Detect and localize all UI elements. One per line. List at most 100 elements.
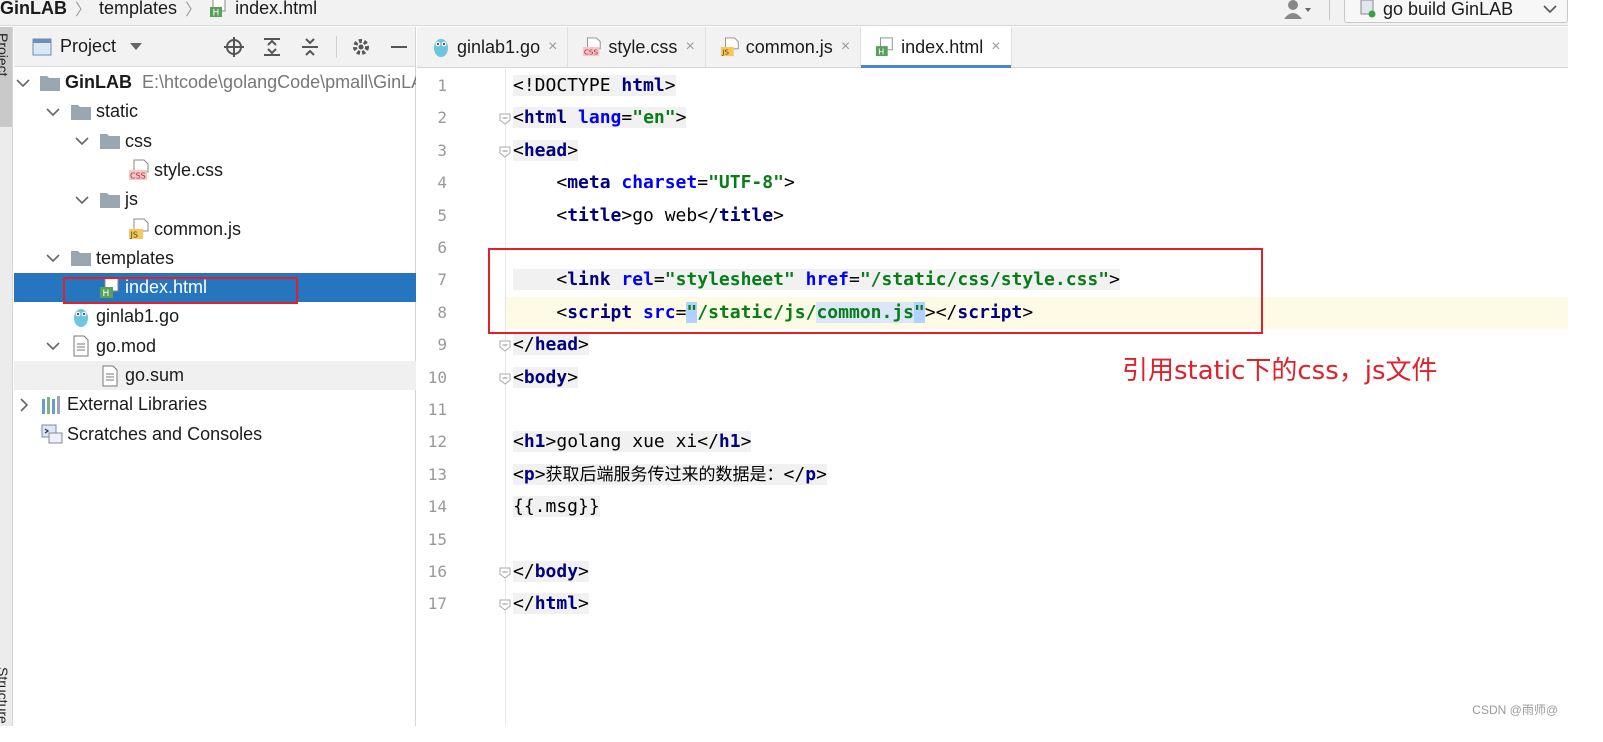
- breadcrumb-file[interactable]: H index.html: [209, 0, 317, 19]
- run-configuration-selector[interactable]: go build GinLAB: [1344, 0, 1568, 23]
- fold-marker-icon[interactable]: [499, 372, 511, 385]
- chevron-down-icon[interactable]: [45, 338, 61, 354]
- editor-tab-label: style.css: [608, 36, 678, 57]
- gear-icon[interactable]: [349, 35, 373, 59]
- run-configuration-label: go build GinLAB: [1383, 0, 1514, 19]
- code-line[interactable]: <p>获取后端服务传过来的数据是：</p>: [513, 459, 827, 491]
- code-line[interactable]: <html lang="en">: [513, 102, 687, 134]
- close-icon[interactable]: ×: [991, 38, 1000, 56]
- code-line[interactable]: </html>: [513, 588, 589, 620]
- breadcrumb-project[interactable]: GinLAB: [0, 0, 67, 19]
- js-file-icon: JS: [128, 218, 150, 240]
- go-file-icon: [70, 306, 92, 328]
- code-editor[interactable]: 1 2 3 4 5 6 7 8 9 10 11 12 13 14 15 16 17 <!DOCTYPE html…: [417, 69, 1568, 726]
- line-number: 15: [427, 529, 447, 549]
- code-token: <: [513, 366, 524, 388]
- code-token: title: [718, 204, 774, 226]
- project-tool-tab[interactable]: Project: [0, 27, 12, 127]
- fold-marker-icon[interactable]: [499, 339, 511, 352]
- project-tool-tab-label: Project: [0, 33, 11, 77]
- chevron-down-icon: [1543, 5, 1557, 14]
- chevron-down-icon[interactable]: [45, 104, 61, 120]
- close-icon[interactable]: ×: [685, 38, 694, 56]
- code-token: >: [773, 204, 784, 226]
- close-icon[interactable]: ×: [841, 38, 850, 56]
- code-line[interactable]: <meta charset="UTF-8">: [513, 167, 795, 199]
- line-number: 17: [427, 594, 447, 614]
- chevron-down-icon[interactable]: [45, 250, 61, 266]
- code-token: "en": [632, 107, 676, 129]
- folder-icon: [99, 130, 121, 152]
- tree-item[interactable]: static: [14, 97, 416, 126]
- code-token: >: [578, 561, 589, 582]
- code-token: html: [523, 107, 579, 129]
- tree-item[interactable]: go.sum: [14, 361, 416, 390]
- code-line[interactable]: <h1>golang xue xi</h1>: [513, 426, 752, 458]
- chevron-down-icon[interactable]: [74, 192, 90, 208]
- code-line[interactable]: <body>: [513, 362, 579, 394]
- code-token: >: [783, 172, 795, 194]
- collapse-all-icon[interactable]: [298, 35, 322, 59]
- toolbar-divider: [336, 36, 337, 58]
- folder-icon: [39, 72, 61, 94]
- editor-tab-label: index.html: [901, 36, 984, 57]
- chevron-right-icon[interactable]: [16, 397, 32, 413]
- tree-item[interactable]: CSS style.css: [14, 156, 416, 185]
- fold-marker-icon[interactable]: [499, 566, 511, 579]
- chevron-down-icon[interactable]: [74, 133, 90, 149]
- editor-tab[interactable]: Hindex.html ×: [861, 27, 1012, 68]
- go-file-icon: [431, 36, 451, 58]
- tree-item[interactable]: JS common.js: [14, 215, 416, 244]
- code-line[interactable]: </head>: [513, 329, 589, 361]
- tree-item[interactable]: css: [14, 127, 416, 156]
- code-line[interactable]: {{.msg}}: [513, 491, 600, 523]
- line-number-gutter: 1 2 3 4 5 6 7 8 9 10 11 12 13 14 15 16 17: [417, 69, 505, 726]
- tree-item[interactable]: GinLAB E:\htcode\golangCode\pmall\GinLAB: [14, 68, 416, 97]
- expand-all-icon[interactable]: [260, 35, 284, 59]
- fold-marker-icon[interactable]: [499, 598, 511, 612]
- close-icon[interactable]: ×: [548, 38, 557, 56]
- line-number: 13: [427, 464, 447, 484]
- structure-tool-tab-label: Structure: [0, 667, 11, 724]
- code-token: lang: [578, 107, 622, 129]
- code-line[interactable]: <head>: [513, 135, 579, 167]
- code-line[interactable]: </body>: [513, 556, 589, 588]
- code-line[interactable]: <!DOCTYPE html>: [513, 70, 676, 102]
- breadcrumb-separator-icon: 〉: [75, 2, 92, 19]
- breadcrumb-templates[interactable]: templates: [99, 0, 177, 19]
- chevron-down-icon[interactable]: [130, 42, 143, 51]
- structure-tool-tab[interactable]: Structure: [0, 657, 12, 726]
- hide-panel-icon[interactable]: [387, 35, 411, 59]
- editor-tab[interactable]: CSS style.css ×: [568, 27, 706, 67]
- css-file-icon: CSS: [128, 159, 150, 181]
- line-number: 2: [437, 108, 447, 128]
- user-icon[interactable]: [1281, 0, 1315, 19]
- tree-item[interactable]: templates: [14, 244, 416, 273]
- code-token: >: [816, 463, 827, 485]
- tree-item-label: static: [96, 101, 139, 122]
- editor-tab-label: ginlab1.go: [457, 36, 541, 57]
- editor-tab[interactable]: JS common.js ×: [706, 27, 862, 67]
- locate-file-icon[interactable]: [222, 35, 246, 59]
- tree-item-label: templates: [96, 247, 175, 268]
- tree-item[interactable]: go.mod: [14, 332, 416, 361]
- tree-item[interactable]: js: [14, 185, 416, 214]
- tree-item[interactable]: ginlab1.go: [14, 302, 416, 331]
- editor-tab[interactable]: ginlab1.go ×: [417, 27, 569, 67]
- svg-text:H: H: [213, 9, 220, 19]
- fold-marker-icon[interactable]: [499, 112, 511, 126]
- line-number: 1: [437, 76, 447, 95]
- project-view-selector[interactable]: Project: [60, 36, 116, 57]
- tree-item-label: go.mod: [96, 335, 157, 356]
- code-token: </: [513, 593, 535, 615]
- code-line[interactable]: <title>go web</title>: [513, 200, 784, 232]
- code-token: body: [534, 561, 579, 582]
- fold-marker-icon[interactable]: [499, 145, 511, 158]
- tree-item[interactable]: External Libraries: [14, 390, 416, 419]
- line-number: 10: [427, 367, 447, 387]
- chevron-down-icon[interactable]: [16, 75, 30, 91]
- tree-item-label: css: [125, 130, 152, 151]
- svg-text:JS: JS: [721, 48, 729, 57]
- tree-item[interactable]: Scratches and Consoles: [14, 420, 416, 449]
- code-token: >: [567, 366, 579, 388]
